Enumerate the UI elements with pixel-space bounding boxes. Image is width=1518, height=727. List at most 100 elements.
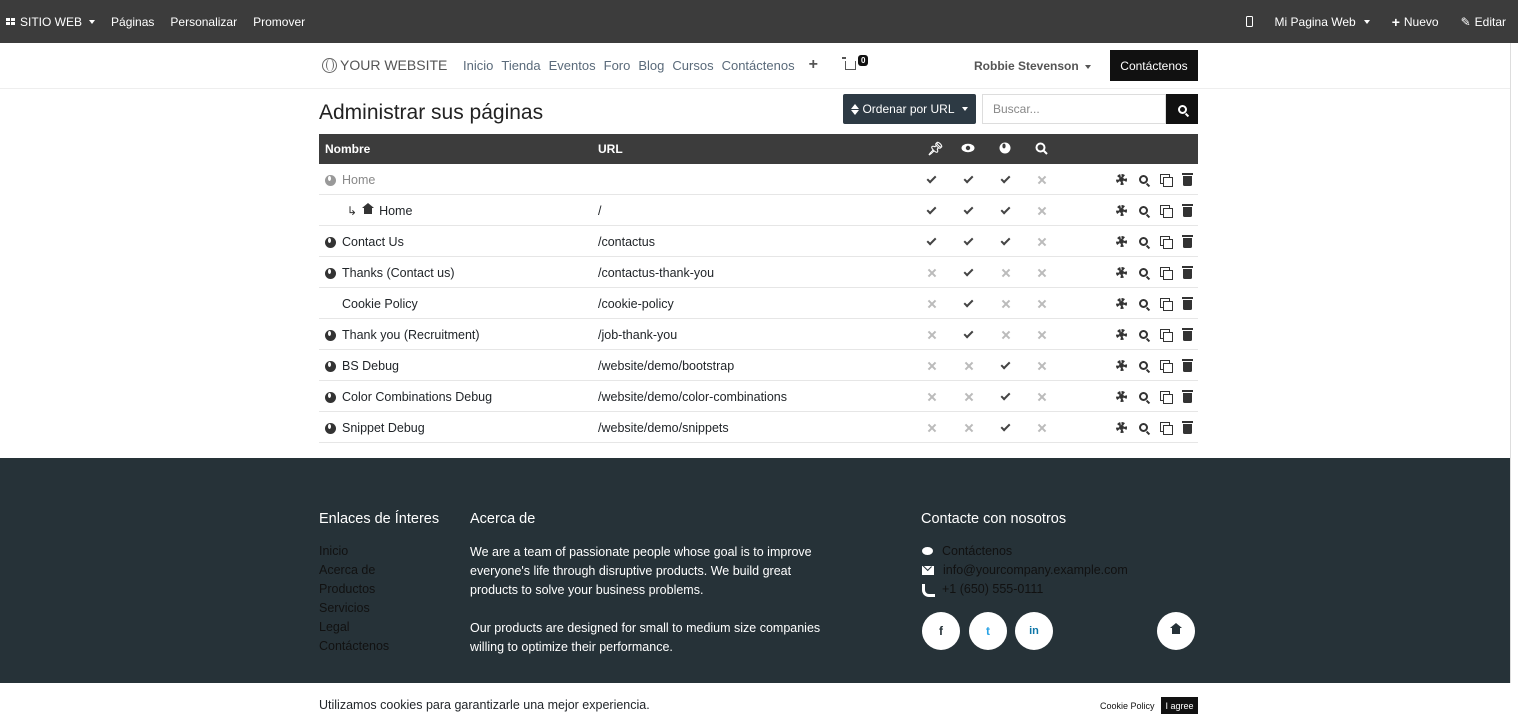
page-properties-button[interactable] <box>1115 390 1128 403</box>
contact-link-row[interactable]: Contáctenos <box>922 543 1128 559</box>
page-properties-button[interactable] <box>1115 235 1128 248</box>
table-row[interactable]: Cookie Policy/cookie-policy <box>319 288 1198 319</box>
table-row[interactable]: Snippet Debug/website/demo/snippets <box>319 412 1198 443</box>
footer-link-productos[interactable]: Productos <box>319 581 389 597</box>
site-switcher[interactable]: Mi Pagina Web <box>1275 15 1370 29</box>
cart-link[interactable]: 0 <box>842 55 869 70</box>
nav-item-contactenos[interactable]: Contáctenos <box>722 58 795 73</box>
page-seo-button[interactable] <box>1137 328 1150 341</box>
table-row[interactable]: Thanks (Contact us) /contactus-thank-you <box>319 257 1198 288</box>
facebook-button[interactable]: f <box>922 612 960 650</box>
footer-link-acerca[interactable]: Acerca de <box>319 562 389 578</box>
clone-page-button[interactable] <box>1159 421 1173 435</box>
table-row[interactable]: BS Debug/website/demo/bootstrap <box>319 350 1198 381</box>
edit-button[interactable]: ✎ Editar <box>1461 15 1506 29</box>
delete-page-button[interactable] <box>1181 389 1194 403</box>
clone-page-button[interactable] <box>1159 266 1173 280</box>
clone-page-button[interactable] <box>1159 297 1173 311</box>
visible-status <box>963 360 974 371</box>
delete-page-button[interactable] <box>1181 203 1194 217</box>
admin-menu-customize[interactable]: Personalizar <box>170 15 237 29</box>
table-row[interactable]: Color Combinations Debug/website/demo/co… <box>319 381 1198 412</box>
cart-icon <box>842 57 856 70</box>
nav-item-eventos[interactable]: Eventos <box>549 58 596 73</box>
nav-item-inicio[interactable]: Inicio <box>463 58 493 73</box>
pinned-status <box>926 329 937 340</box>
delete-page-button[interactable] <box>1181 172 1194 186</box>
page-seo-button[interactable] <box>1137 390 1150 403</box>
table-row[interactable]: ↳ Home / <box>319 195 1198 226</box>
cart-count-badge: 0 <box>858 55 869 66</box>
scrollbar[interactable] <box>1510 43 1518 683</box>
clone-page-button[interactable] <box>1159 204 1173 218</box>
footer-link-contactenos[interactable]: Contáctenos <box>319 638 389 654</box>
footer-link-servicios[interactable]: Servicios <box>319 600 389 616</box>
page-properties-button[interactable] <box>1115 421 1128 434</box>
gear-icon <box>1116 422 1127 433</box>
page-seo-button[interactable] <box>1137 297 1150 310</box>
gear-icon <box>1116 391 1127 402</box>
clone-page-button[interactable] <box>1159 328 1173 342</box>
twitter-button[interactable]: t <box>969 612 1007 650</box>
table-row[interactable]: Contact Us/contactus <box>319 226 1198 257</box>
user-menu[interactable]: Robbie Stevenson <box>974 59 1091 73</box>
page-seo-button[interactable] <box>1137 421 1150 434</box>
page-name-cell: Thank you (Recruitment) <box>325 328 480 342</box>
delete-page-button[interactable] <box>1181 358 1194 372</box>
globe-icon <box>325 422 336 434</box>
page-properties-button[interactable] <box>1115 204 1128 217</box>
home-button[interactable] <box>1157 612 1195 650</box>
nav-item-tienda[interactable]: Tienda <box>501 58 540 73</box>
page-properties-button[interactable] <box>1115 297 1128 310</box>
page-properties-button[interactable] <box>1115 266 1128 279</box>
page-name: Thanks (Contact us) <box>342 266 455 280</box>
nav-item-cursos[interactable]: Cursos <box>672 58 713 73</box>
phone-row[interactable]: +1 (650) 555-0111 <box>922 581 1128 597</box>
mobile-preview-button[interactable] <box>1245 16 1253 27</box>
page-properties-button[interactable] <box>1115 359 1128 372</box>
clone-page-button[interactable] <box>1159 173 1173 187</box>
site-logo[interactable]: YOUR WEBSITE <box>322 57 447 73</box>
footer-link-legal[interactable]: Legal <box>319 619 389 635</box>
header-contact-button[interactable]: Contáctenos <box>1110 50 1198 81</box>
page-properties-button[interactable] <box>1115 173 1128 186</box>
search-button[interactable] <box>1166 94 1198 124</box>
delete-page-button[interactable] <box>1181 296 1194 310</box>
cross-icon <box>928 269 936 277</box>
delete-page-button[interactable] <box>1181 327 1194 341</box>
page-seo-button[interactable] <box>1137 359 1150 372</box>
new-button[interactable]: + Nuevo <box>1392 14 1439 30</box>
page-properties-button[interactable] <box>1115 328 1128 341</box>
column-url-header[interactable]: URL <box>598 142 623 156</box>
pencil-icon: ✎ <box>1460 14 1471 29</box>
website-menu-button[interactable]: SITIO WEB <box>6 15 96 29</box>
check-icon <box>963 266 974 276</box>
clone-page-button[interactable] <box>1159 359 1173 373</box>
sort-dropdown-button[interactable]: Ordenar por URL <box>843 94 976 124</box>
pinned-status <box>926 298 937 309</box>
page-seo-button[interactable] <box>1137 204 1150 217</box>
admin-menu-pages[interactable]: Páginas <box>111 15 154 29</box>
delete-page-button[interactable] <box>1181 420 1194 434</box>
admin-menu-promote[interactable]: Promover <box>253 15 305 29</box>
nav-item-foro[interactable]: Foro <box>604 58 631 73</box>
linkedin-button[interactable]: in <box>1015 612 1053 650</box>
delete-page-button[interactable] <box>1181 234 1194 248</box>
email-row[interactable]: info@yourcompany.example.com <box>922 562 1128 578</box>
page-seo-button[interactable] <box>1137 266 1150 279</box>
nav-item-blog[interactable]: Blog <box>638 58 664 73</box>
add-menu-item-icon[interactable]: + <box>809 57 818 73</box>
visible-status <box>963 173 974 185</box>
search-input[interactable] <box>982 94 1166 124</box>
delete-page-button[interactable] <box>1181 265 1194 279</box>
page-seo-button[interactable] <box>1137 235 1150 248</box>
page-seo-button[interactable] <box>1137 173 1150 186</box>
clone-page-button[interactable] <box>1159 235 1173 249</box>
table-row[interactable]: Home <box>319 164 1198 195</box>
footer-link-inicio[interactable]: Inicio <box>319 543 389 559</box>
cookie-policy-link[interactable]: Cookie Policy <box>1100 701 1155 711</box>
column-name-header[interactable]: Nombre <box>325 142 370 156</box>
table-row[interactable]: Thank you (Recruitment) /job-thank-you <box>319 319 1198 350</box>
clone-page-button[interactable] <box>1159 390 1173 404</box>
cookie-agree-button[interactable]: I agree <box>1161 697 1198 714</box>
